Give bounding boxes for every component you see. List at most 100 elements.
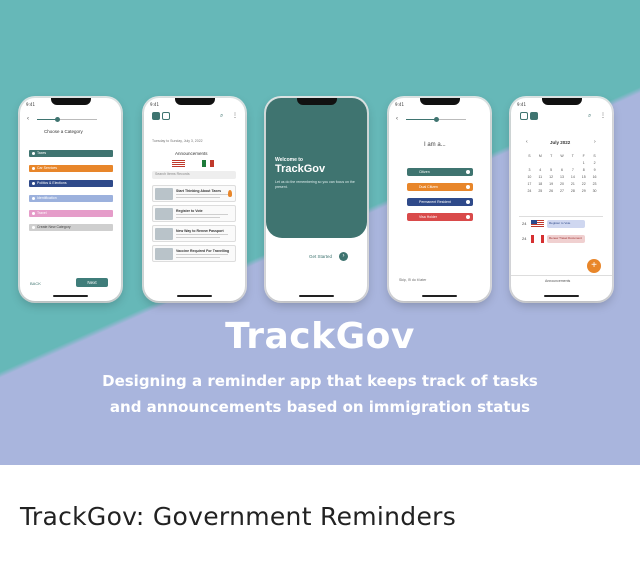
announcements-tab[interactable]: Announcements (545, 279, 570, 284)
more-menu-icon[interactable]: ⋮ (232, 113, 238, 119)
calendar-day[interactable]: 21 (567, 182, 578, 186)
category-identification[interactable]: Identification (29, 195, 113, 202)
calendar-day[interactable]: 25 (535, 189, 546, 193)
calendar-day[interactable]: 28 (567, 189, 578, 193)
calendar-day[interactable]: 19 (546, 182, 557, 186)
event-row[interactable]: 24 Renew Travel Document (519, 234, 603, 245)
text-line (176, 217, 220, 218)
calendar-day[interactable]: 27 (557, 189, 568, 193)
calendar-day[interactable]: 12 (546, 175, 557, 179)
status-time: 9:41 (150, 102, 159, 107)
calendar-day[interactable]: 18 (535, 182, 546, 186)
calendar-day[interactable]: 2 (589, 161, 600, 165)
calendar-day[interactable]: 14 (567, 175, 578, 179)
phone-calendar-screen: 9:41 ⌕ ⋮ ‹ July 2022 › SMTWTFS1234567891… (511, 98, 612, 301)
project-caption[interactable]: TrackGov: Government Reminders (20, 502, 456, 531)
calendar-day[interactable]: 17 (524, 182, 535, 186)
phone-welcome-screen: Welcome to TrackGov Let us do the rememb… (266, 98, 367, 301)
calendar-day[interactable]: 22 (578, 182, 589, 186)
arrow-right-icon[interactable]: › (339, 252, 348, 261)
next-button[interactable]: Next (76, 278, 108, 287)
calendar-day[interactable]: 16 (589, 175, 600, 179)
text-line (176, 234, 228, 235)
text-line (176, 194, 228, 195)
text-line (176, 254, 228, 255)
weekday-label: T (550, 154, 553, 158)
event-row[interactable]: 24 Register to Vote (519, 219, 603, 230)
phone-notch (51, 98, 91, 105)
calendar-day[interactable]: 24 (524, 189, 535, 193)
announcement-item[interactable]: Vaccine Required For Travelling (152, 245, 236, 262)
progress-fill (406, 119, 436, 120)
calendar-day[interactable]: 3 (524, 168, 535, 172)
calendar-day[interactable]: 7 (567, 168, 578, 172)
prev-month-icon[interactable]: ‹ (526, 140, 528, 145)
calendar-day[interactable]: 11 (535, 175, 546, 179)
skip-link[interactable]: Skip, I'll do it later (399, 278, 426, 283)
calendar-day[interactable]: 29 (578, 189, 589, 193)
search-icon[interactable]: ⌕ (220, 113, 223, 119)
calendar-day[interactable]: 1 (578, 161, 589, 165)
calendar-view-icon[interactable] (530, 112, 538, 120)
calendar-day[interactable]: 10 (524, 175, 535, 179)
calendar-day[interactable]: 23 (589, 182, 600, 186)
search-field[interactable]: Search Items Records (152, 171, 236, 179)
category-create-new[interactable]: Create New Category (29, 224, 113, 231)
calendar-day[interactable]: 15 (578, 175, 589, 179)
announcement-item[interactable]: New Way to Renew Passport (152, 225, 236, 242)
back-chevron-icon[interactable]: ‹ (27, 116, 29, 122)
add-fab-button[interactable]: + (587, 259, 601, 273)
calendar-day[interactable]: 5 (546, 168, 557, 172)
role-dual-citizen[interactable]: Dual Citizen (407, 183, 473, 191)
role-citizen[interactable]: Citizen (407, 168, 473, 176)
next-month-icon[interactable]: › (594, 140, 596, 145)
role-permanent-resident[interactable]: Permanent Resident (407, 198, 473, 206)
category-travel[interactable]: Travel (29, 210, 113, 217)
role-heading: I am a... (424, 142, 446, 148)
calendar-day[interactable]: 6 (557, 168, 568, 172)
calendar-view-icon[interactable] (162, 112, 170, 120)
event-day: 24 (522, 236, 527, 241)
text-line (176, 214, 228, 215)
announcement-title: Register to Vote (176, 209, 203, 213)
calendar-day (546, 161, 557, 165)
calendar-day[interactable]: 13 (557, 175, 568, 179)
status-time: 9:41 (517, 102, 526, 107)
calendar-day[interactable]: 4 (535, 168, 546, 172)
us-flag-icon[interactable] (172, 160, 185, 167)
home-indicator (177, 295, 212, 297)
home-indicator (299, 295, 334, 297)
date-range: Tuesday to Sunday, July 3, 2022 (152, 139, 203, 143)
calendar-grid: S M T W T F S 1 2 3 4 5 6 7 8 9 10 11 12 13 14 15 16 17 18 19 20 21… (524, 154, 600, 193)
calendar-day[interactable]: 9 (589, 168, 600, 172)
list-view-icon[interactable] (520, 112, 528, 120)
category-car-services[interactable]: Car Services (29, 165, 113, 172)
calendar-day[interactable]: 20 (557, 182, 568, 186)
back-chevron-icon[interactable]: ‹ (396, 116, 398, 122)
role-visa-holder[interactable]: Visa Holder (407, 213, 473, 221)
home-indicator (422, 295, 457, 297)
month-label: July 2022 (550, 140, 571, 145)
announcement-item[interactable]: Start Thinking About Taxes (152, 185, 236, 202)
calendar-day[interactable]: 8 (578, 168, 589, 172)
category-heading: Choose a Category (44, 129, 83, 134)
home-indicator (53, 295, 88, 297)
announcement-item[interactable]: Register to Vote (152, 205, 236, 222)
category-politics[interactable]: Politics & Elections (29, 180, 113, 187)
status-time: 9:41 (26, 102, 35, 107)
phone-notch (297, 98, 337, 105)
event-day: 24 (522, 221, 527, 226)
hero-tagline-line1: Designing a reminder app that keeps trac… (102, 372, 538, 390)
category-taxes[interactable]: Taxes (29, 150, 113, 157)
hero-title: TrackGov (225, 316, 415, 357)
calendar-day[interactable]: 26 (546, 189, 557, 193)
get-started-label[interactable]: Get Started (309, 254, 332, 260)
search-icon[interactable]: ⌕ (588, 113, 591, 119)
more-menu-icon[interactable]: ⋮ (600, 113, 606, 119)
phone-role-screen: 9:41 ‹ I am a... Citizen Dual Citizen Pe… (389, 98, 490, 301)
calendar-day[interactable]: 30 (589, 189, 600, 193)
text-line (176, 257, 220, 258)
back-button[interactable]: BACK (30, 282, 41, 286)
mexico-flag-icon[interactable] (202, 160, 214, 167)
list-view-icon[interactable] (152, 112, 160, 120)
